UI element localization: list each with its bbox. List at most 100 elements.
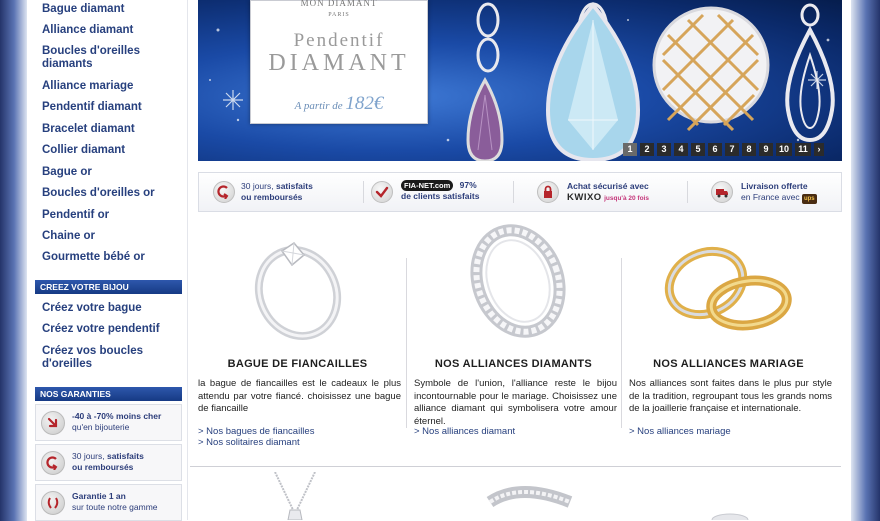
sidebar-link-chaine-or[interactable]: Chaine or: [42, 230, 95, 243]
sidebar-link-pendentif-or[interactable]: Pendentif or: [42, 209, 109, 222]
link-diamond-bands[interactable]: > Nos alliances diamant: [414, 426, 515, 437]
product-description: la bague de fiancailles est le cadeaux l…: [198, 378, 401, 414]
sidebar-link-bague-or[interactable]: Bague or: [42, 166, 92, 179]
sidebar: Bague diamant Alliance diamant Boucles d…: [27, 0, 188, 521]
assurance-delivery: Livraison offerte en France avec ups: [711, 173, 841, 211]
pager-page-6[interactable]: 6: [708, 143, 722, 156]
kwixo-sub: jusqu'à 20 fois: [604, 195, 649, 202]
sidebar-link-boucles-oreilles-diamants[interactable]: Boucles d'oreilles diamants: [42, 45, 172, 71]
banner-title-line2: DIAMANT: [268, 50, 410, 76]
pager-page-11[interactable]: 11: [795, 143, 811, 156]
diamond-band-image[interactable]: [406, 221, 621, 343]
banner-price-prefix: A partir de: [294, 100, 343, 112]
assurance-refund: 30 jours, satisfaits ou remboursés: [199, 173, 359, 211]
product-diamond-bands: NOS ALLIANCES DIAMANTS Symbole de l'unio…: [406, 221, 621, 451]
pager-page-10[interactable]: 10: [776, 143, 792, 156]
guarantee-warranty: Garantie 1 an sur toute notre gamme: [35, 484, 182, 521]
banner-brand: MON DIAMANT PARIS: [251, 0, 427, 18]
assurance-delivery-line1: Livraison offerte: [741, 181, 808, 191]
product-wedding-bands: NOS ALLIANCES MARIAGE Nos alliances sont…: [621, 221, 836, 451]
guarantee-refund-pre: 30 jours,: [72, 451, 107, 461]
sidebar-link-create-earrings[interactable]: Créez vos boucles d'oreilles: [42, 345, 152, 371]
pager-page-8[interactable]: 8: [742, 143, 756, 156]
assurance-fianet-line2: de clients satisfaits: [401, 191, 480, 201]
section-divider: [190, 466, 841, 467]
next-row-product-images: [274, 472, 749, 520]
product-title: NOS ALLIANCES DIAMANTS: [434, 358, 593, 370]
sidebar-link-bracelet-diamant[interactable]: Bracelet diamant: [42, 123, 135, 136]
guarantees-heading: NOS GARANTIES: [35, 387, 182, 401]
assurance-secure-text: Achat sécurisé avec KWIXO jusqu'à 20 foi…: [567, 181, 649, 204]
sidebar-link-boucles-oreilles-or[interactable]: Boucles d'oreilles or: [42, 187, 155, 200]
page: Bague diamant Alliance diamant Boucles d…: [27, 0, 851, 521]
check-icon: [371, 181, 393, 203]
truck-icon: [711, 181, 733, 203]
pager-page-5[interactable]: 5: [691, 143, 705, 156]
guarantee-warranty-line2: sur toute notre gamme: [72, 502, 158, 512]
assurance-fianet-pct: 97%: [459, 180, 477, 190]
banner-brand-name: MON DIAMANT: [300, 0, 378, 8]
product-engagement-ring: BAGUE DE FIANCAILLES la bague de fiancai…: [190, 221, 405, 451]
assurance-divider: [363, 181, 364, 203]
guarantee-price: -40 à -70% moins cher qu'en bijouterie: [35, 404, 182, 441]
assurance-refund-text: 30 jours, satisfaits ou remboursés: [241, 181, 313, 203]
guarantee-refund: 30 jours, satisfaits ou remboursés: [35, 444, 182, 481]
guarantee-warranty-text: Garantie 1 an sur toute notre gamme: [72, 491, 182, 513]
sidebar-link-alliance-mariage[interactable]: Alliance mariage: [42, 80, 133, 93]
sidebar-link-gourmette-bebe-or[interactable]: Gourmette bébé or: [42, 251, 145, 264]
guarantee-refund-bold: satisfaits: [106, 451, 144, 461]
guarantee-price-text: -40 à -70% moins cher qu'en bijouterie: [72, 411, 182, 433]
sidebar-link-collier-diamant[interactable]: Collier diamant: [42, 144, 125, 157]
guarantee-price-line1: -40 à -70% moins cher: [72, 411, 162, 421]
guarantee-refund-line2: ou remboursés: [72, 462, 134, 472]
ups-logo: ups: [801, 194, 817, 204]
sidebar-link-pendentif-diamant[interactable]: Pendentif diamant: [42, 101, 142, 114]
assurance-delivery-text: Livraison offerte en France avec ups: [741, 181, 817, 204]
pager-page-9[interactable]: 9: [759, 143, 773, 156]
pager-next[interactable]: ›: [814, 143, 824, 156]
engagement-ring-image[interactable]: [190, 221, 405, 343]
assurance-bar: 30 jours, satisfaits ou remboursés FIA-N…: [198, 172, 842, 212]
arrow-down-icon: [41, 411, 65, 435]
laurel-icon: [41, 491, 65, 515]
assurance-fianet-text: FIA-NET.com 97% de clients satisfaits: [401, 180, 479, 202]
assurance-fianet: FIA-NET.com 97% de clients satisfaits: [371, 173, 521, 211]
wedding-bands-image[interactable]: [621, 221, 836, 343]
banner-brand-sub: PARIS: [328, 12, 350, 18]
product-title: NOS ALLIANCES MARIAGE: [653, 358, 804, 370]
product-description: Nos alliances sont faites dans le plus p…: [629, 378, 832, 414]
sidebar-link-create-pendant[interactable]: Créez votre pendentif: [42, 323, 160, 336]
create-heading: CREEZ VOTRE BIJOU: [35, 280, 182, 294]
link-solitaires[interactable]: > Nos solitaires diamant: [198, 437, 300, 448]
pager-page-4[interactable]: 4: [674, 143, 688, 156]
sidebar-link-bague-diamant[interactable]: Bague diamant: [42, 3, 124, 16]
assurance-refund-line2: ou remboursés: [241, 192, 303, 202]
banner-price: A partir de 182€: [251, 93, 427, 115]
lock-icon: [537, 181, 559, 203]
sidebar-link-create-ring[interactable]: Créez votre bague: [42, 302, 142, 315]
kwixo-logo: KWIXO: [567, 192, 602, 203]
link-engagement-rings[interactable]: > Nos bagues de fiancailles: [198, 426, 314, 437]
product-title: BAGUE DE FIANCAILLES: [227, 358, 368, 370]
assurance-secure-line1: Achat sécurisé avec: [567, 181, 649, 191]
assurance-divider: [687, 181, 688, 203]
assurance-secure: Achat sécurisé avec KWIXO jusqu'à 20 foi…: [537, 173, 687, 211]
banner-title-line1: Pendentif: [293, 30, 385, 51]
guarantee-refund-text: 30 jours, satisfaits ou remboursés: [72, 451, 182, 473]
pager-page-1[interactable]: 1: [623, 143, 637, 156]
pager-page-2[interactable]: 2: [640, 143, 654, 156]
assurance-refund-bold: satisfaits: [275, 181, 313, 191]
promo-banner[interactable]: MON DIAMANT PARIS Pendentif DIAMANT A pa…: [198, 0, 842, 161]
banner-card: MON DIAMANT PARIS Pendentif DIAMANT A pa…: [250, 0, 428, 124]
guarantee-warranty-line1: Garantie 1 an: [72, 491, 126, 501]
assurance-refund-pre: 30 jours,: [241, 181, 276, 191]
pager-page-7[interactable]: 7: [725, 143, 739, 156]
sidebar-link-alliance-diamant[interactable]: Alliance diamant: [42, 24, 133, 37]
assurance-divider: [513, 181, 514, 203]
assurance-delivery-line2: en France avec: [741, 192, 800, 202]
banner-price-value: 182€: [345, 93, 384, 114]
return-arrow-icon: [213, 181, 235, 203]
pager-page-3[interactable]: 3: [657, 143, 671, 156]
banner-pager: 1 2 3 4 5 6 7 8 9 10 11 ›: [623, 139, 827, 156]
link-wedding-bands[interactable]: > Nos alliances mariage: [629, 426, 731, 437]
